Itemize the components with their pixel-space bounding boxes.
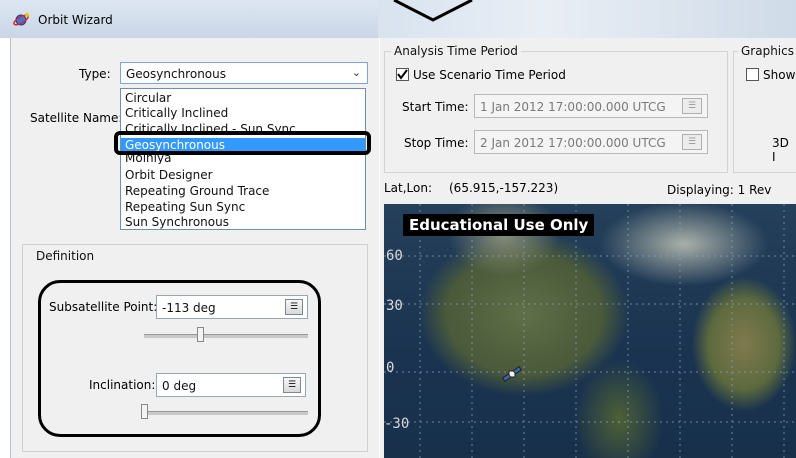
- stop-time-label: Stop Time:: [404, 136, 469, 150]
- stop-time-value: 2 Jan 2012 17:00:00.000 UTCG: [480, 136, 666, 150]
- chevron-down-icon[interactable]: ⌄: [352, 66, 361, 79]
- start-time-value: 1 Jan 2012 17:00:00.000 UTCG: [480, 100, 666, 114]
- chevron-down-icon: [393, 0, 473, 22]
- option-critically-inclined[interactable]: Critically Inclined: [125, 106, 228, 120]
- analysis-time-legend: Analysis Time Period: [391, 44, 521, 58]
- educational-use-badge: Educational Use Only: [403, 214, 595, 236]
- option-repeating-ground-trace[interactable]: Repeating Ground Trace: [125, 184, 269, 198]
- latlon-value: (65.915,-157.223): [449, 181, 559, 195]
- use-scenario-checkbox[interactable]: [396, 68, 409, 81]
- lat-label-0: 0: [386, 360, 395, 376]
- definition-legend: Definition: [32, 249, 99, 263]
- window-title: Orbit Wizard: [38, 13, 113, 27]
- orbit-type-select[interactable]: Geosynchronous ⌄: [120, 62, 368, 84]
- satellite-icon[interactable]: [501, 364, 523, 384]
- lat-label-60: 60: [386, 248, 403, 264]
- calendar-icon: ☰: [682, 98, 702, 114]
- lat-label-30: 30: [386, 298, 403, 314]
- option-sun-synchronous[interactable]: Sun Synchronous: [125, 215, 229, 229]
- latlon-label: Lat,Lon:: [384, 181, 433, 195]
- map-grid: [384, 204, 796, 458]
- start-time-field: 1 Jan 2012 17:00:00.000 UTCG ☰: [474, 94, 708, 118]
- orbit-type-dropdown[interactable]: Circular Critically Inclined Critically …: [120, 88, 366, 230]
- use-scenario-label: Use Scenario Time Period: [413, 68, 566, 82]
- orbit-wizard-icon: [13, 13, 29, 26]
- start-time-label: Start Time:: [402, 100, 469, 114]
- checkmark-icon: [397, 69, 408, 80]
- type-label: Type:: [79, 67, 111, 81]
- annotation-ring-selected-option: [114, 131, 371, 155]
- graphics-legend: Graphics: [738, 44, 796, 58]
- calendar-icon: ☰: [682, 134, 702, 150]
- stop-time-field: 2 Jan 2012 17:00:00.000 UTCG ☰: [474, 130, 708, 154]
- graphics-3d-label: 3D I: [772, 136, 789, 164]
- satellite-name-label: Satellite Name:: [30, 111, 123, 125]
- lat-label-minus-30: -30: [384, 416, 410, 432]
- show-checkbox[interactable]: [746, 68, 759, 81]
- orbit-type-value: Geosynchronous: [126, 67, 227, 81]
- option-orbit-designer[interactable]: Orbit Designer: [125, 168, 213, 182]
- ground-track-map[interactable]: 60 30 0 -30: [384, 204, 796, 458]
- show-label: Show: [763, 68, 796, 82]
- option-repeating-sun-sync[interactable]: Repeating Sun Sync: [125, 200, 245, 214]
- annotation-ring-definition: [38, 280, 321, 437]
- displaying-label: Displaying: 1 Rev: [667, 183, 772, 197]
- option-circular[interactable]: Circular: [125, 91, 171, 105]
